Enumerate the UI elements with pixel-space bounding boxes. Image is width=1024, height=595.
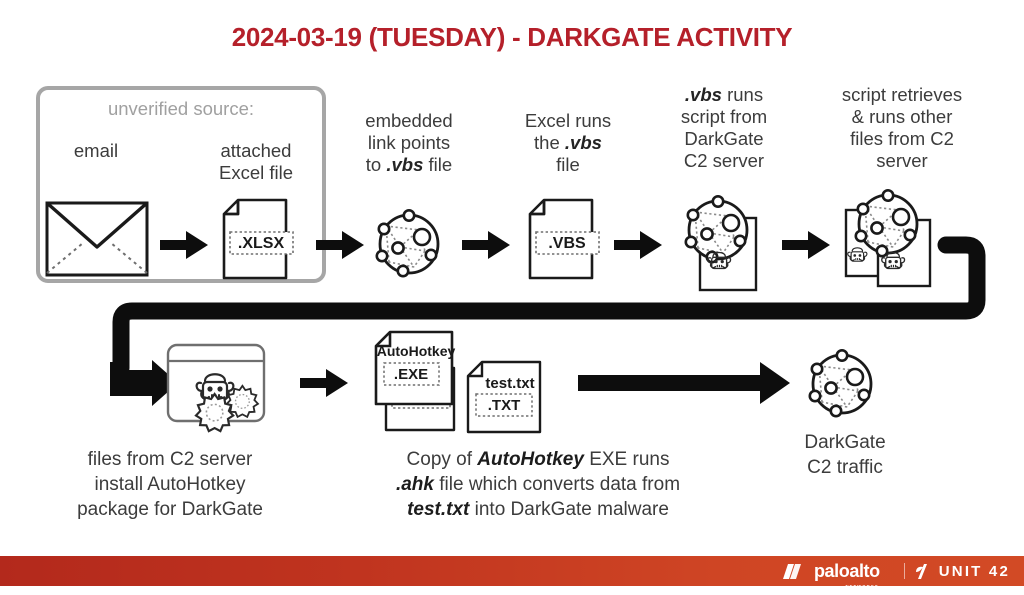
svg-text:.XLSX: .XLSX [238,235,285,252]
svg-text:.VBS: .VBS [548,235,586,252]
footer-bar: paloalto NETWORKS UNIT 42 [0,556,1024,589]
document-icon-vbs: .VBS [528,198,600,280]
paloalto-subtext: NETWORKS [845,583,879,589]
document-icon-xlsx: .XLSX [222,198,294,280]
arrow-excel-to-link [316,231,364,259]
arrow-files-to-c2-traffic [578,362,790,404]
svg-text:.EXE: .EXE [394,366,428,383]
unit42-logo: UNIT 42 [915,563,1010,580]
arrow-link-to-vbs [462,231,510,259]
autohotkey-files-icon: .AHK test.txt .TXT AutoHotkey .EXE [374,330,542,434]
paloalto-logo: paloalto NETWORKS [782,562,880,589]
network-globe-icon-c2-traffic [808,348,873,418]
arrow-vbs-to-script [614,231,662,259]
malicious-network-doc-icon [684,194,758,292]
envelope-icon [45,201,149,277]
paloalto-mark-icon [782,563,801,579]
malicious-network-docs-icon [844,188,932,288]
arrow-script-to-files [782,231,830,259]
svg-text:.TXT: .TXT [488,397,521,414]
unit42-wordmark: UNIT 42 [938,562,1010,580]
svg-text:test.txt: test.txt [485,375,534,392]
malware-installer-icon [166,343,266,433]
network-globe-icon-embedded-link [375,208,440,278]
arrow-email-to-excel [160,231,208,259]
unit42-mark-icon [915,563,927,579]
svg-text:AutoHotkey: AutoHotkey [377,343,456,359]
footer-divider [903,563,905,579]
arrow-installer-to-files [300,369,348,397]
diagram-canvas: .XLSX .VBS test.txt .TXT AutoHotkey .EXE [45,188,986,434]
paloalto-wordmark: paloalto NETWORKS [814,562,880,589]
